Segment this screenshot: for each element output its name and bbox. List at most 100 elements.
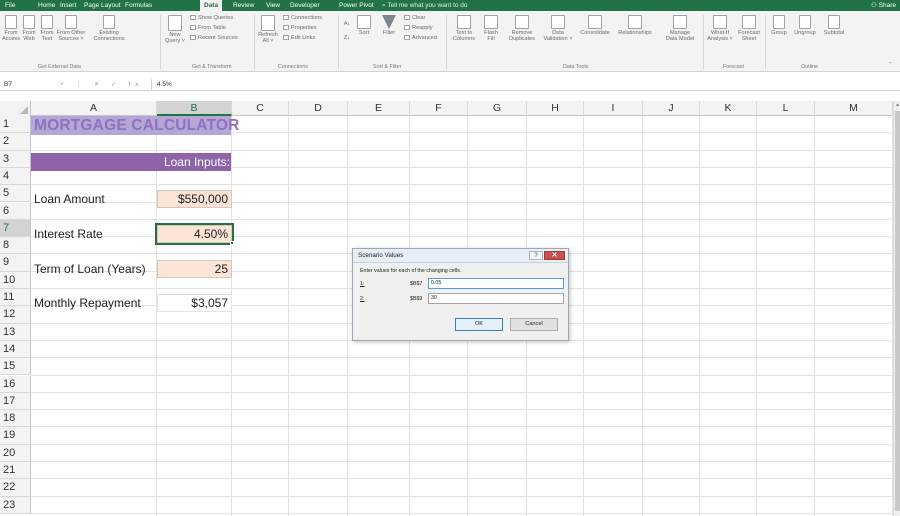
row-header-8[interactable]: 8 — [0, 237, 31, 255]
sort-button[interactable]: Sort — [354, 15, 374, 36]
sort-za-button[interactable]: Z↓ — [342, 35, 352, 41]
from-text-button[interactable]: From Text — [38, 15, 56, 43]
tab-file[interactable]: File — [5, 0, 15, 11]
text-to-columns-button[interactable]: Text to Columns — [451, 15, 477, 43]
data-validation-button[interactable]: Data Validation ˅ — [541, 15, 575, 43]
row-header-7[interactable]: 7 — [0, 219, 31, 238]
recent-sources-button[interactable]: Recent Sources — [190, 34, 238, 42]
manage-data-model-button[interactable]: Manage Data Model — [661, 15, 699, 43]
changing-cell-1-input[interactable]: 0.05 — [428, 278, 564, 289]
column-header-c[interactable]: C — [232, 101, 289, 116]
from-table-button[interactable]: From Table — [190, 24, 226, 32]
cell-b5-loan-amount[interactable]: $550,000 — [157, 190, 232, 208]
fill-handle[interactable] — [230, 241, 234, 245]
dialog-title-bar[interactable]: Scenario Values ? ✕ — [353, 249, 568, 263]
row-header-20[interactable]: 20 — [0, 444, 31, 462]
from-access-button[interactable]: From Access — [2, 15, 20, 43]
ungroup-button[interactable]: Ungroup — [792, 15, 818, 36]
close-button[interactable]: ✕ — [544, 251, 565, 260]
cell-b9-term[interactable]: 25 — [157, 260, 232, 278]
row-header-9[interactable]: 9 — [0, 254, 31, 272]
row-header-11[interactable]: 11 — [0, 289, 31, 307]
scroll-up-icon[interactable]: ▲ — [895, 102, 900, 108]
refresh-all-button[interactable]: Refresh All ˅ — [257, 15, 279, 45]
reapply-button[interactable]: Reapply — [404, 24, 433, 32]
tab-data[interactable]: Data — [200, 0, 223, 11]
filter-button[interactable]: Filter — [379, 15, 399, 36]
cell-b11-monthly-repayment[interactable]: $3,057 — [157, 294, 232, 312]
consolidate-button[interactable]: Consolidate — [576, 15, 614, 36]
column-header-a[interactable]: A — [31, 101, 157, 116]
row-header-6[interactable]: 6 — [0, 202, 31, 220]
tab-developer[interactable]: Developer — [290, 0, 320, 11]
row-header-23[interactable]: 23 — [0, 496, 31, 514]
help-button[interactable]: ? — [529, 251, 543, 260]
sort-az-button[interactable]: A↓ — [342, 21, 352, 27]
share-button[interactable]: ⚇ Share — [871, 0, 896, 11]
column-header-i[interactable]: I — [584, 101, 643, 116]
properties-button[interactable]: Properties — [283, 24, 317, 32]
column-header-b[interactable]: B — [157, 101, 232, 116]
group-button[interactable]: Group — [768, 15, 790, 36]
from-other-sources-button[interactable]: From Other Sources ˅ — [56, 15, 86, 43]
cell-a7-label[interactable]: Interest Rate — [34, 225, 103, 243]
row-header-12[interactable]: 12 — [0, 306, 31, 324]
tab-view[interactable]: View — [266, 0, 280, 11]
new-query-button[interactable]: New Query ˅ — [164, 15, 186, 45]
row-header-18[interactable]: 18 — [0, 410, 31, 428]
clear-button[interactable]: Clear — [404, 14, 425, 22]
row-header-19[interactable]: 19 — [0, 427, 31, 445]
row-header-16[interactable]: 16 — [0, 375, 31, 393]
row-header-10[interactable]: 10 — [0, 271, 31, 289]
advanced-button[interactable]: Advanced — [404, 34, 437, 42]
existing-connections-button[interactable]: Existing Connections — [91, 15, 127, 43]
column-header-k[interactable]: K — [700, 101, 757, 116]
connections-button[interactable]: Connections — [283, 14, 322, 22]
show-queries-button[interactable]: Show Queries — [190, 14, 233, 22]
tab-page-layout[interactable]: Page Layout — [84, 0, 121, 11]
column-header-f[interactable]: F — [410, 101, 468, 116]
cell-a5-label[interactable]: Loan Amount — [34, 190, 105, 208]
cancel-button[interactable]: Cancel — [510, 318, 558, 331]
row-header-5[interactable]: 5 — [0, 185, 31, 203]
scroll-thumb[interactable] — [895, 111, 900, 511]
cell-a11-label[interactable]: Monthly Repayment — [34, 294, 141, 312]
row-header-4[interactable]: 4 — [0, 167, 31, 186]
column-header-j[interactable]: J — [643, 101, 700, 116]
vertical-scrollbar[interactable]: ▲ — [893, 101, 900, 516]
cell-a1-title[interactable]: MORTGAGE CALCULATOR — [34, 116, 240, 135]
tab-review[interactable]: Review — [233, 0, 254, 11]
changing-cell-2-input[interactable]: 30 — [428, 293, 564, 304]
row-header-22[interactable]: 22 — [0, 479, 31, 497]
what-if-analysis-button[interactable]: What-If Analysis ˅ — [706, 15, 734, 43]
row-header-2[interactable]: 2 — [0, 133, 31, 151]
row-header-1[interactable]: 1 — [0, 116, 31, 134]
row-header-15[interactable]: 15 — [0, 358, 31, 376]
edit-links-button[interactable]: Edit Links — [283, 34, 315, 42]
column-header-h[interactable]: H — [527, 101, 584, 116]
row-header-3[interactable]: 3 — [0, 150, 31, 168]
flash-fill-button[interactable]: Flash Fill — [481, 15, 501, 43]
ok-button[interactable]: OK — [455, 318, 503, 331]
tab-insert[interactable]: Insert — [60, 0, 76, 11]
forecast-sheet-button[interactable]: Forecast Sheet — [736, 15, 762, 43]
cell-a9-label[interactable]: Term of Loan (Years) — [34, 260, 146, 278]
column-header-l[interactable]: L — [757, 101, 815, 116]
subtotal-button[interactable]: Subtotal — [820, 15, 848, 36]
cell-b3-inputs-header[interactable]: Loan Inputs: — [157, 153, 231, 171]
row-header-21[interactable]: 21 — [0, 462, 31, 480]
column-header-g[interactable]: G — [468, 101, 527, 116]
formula-bar-icons[interactable]: ˅ ⋮ ✕ ✓ fx — [60, 79, 143, 90]
formula-input[interactable]: 4.5% — [157, 79, 172, 90]
row-header-13[interactable]: 13 — [0, 323, 31, 341]
relationships-button[interactable]: Relationships — [617, 15, 653, 36]
column-header-m[interactable]: M — [815, 101, 893, 116]
column-header-d[interactable]: D — [289, 101, 348, 116]
row-header-17[interactable]: 17 — [0, 392, 31, 411]
tab-home[interactable]: Home — [38, 0, 55, 11]
collapse-ribbon-icon[interactable]: ⌃ — [888, 61, 893, 69]
column-header-e[interactable]: E — [348, 101, 410, 116]
tab-power-pivot[interactable]: Power Pivot — [339, 0, 374, 11]
row-header-14[interactable]: 14 — [0, 340, 31, 359]
tab-formulas[interactable]: Formulas — [125, 0, 152, 11]
